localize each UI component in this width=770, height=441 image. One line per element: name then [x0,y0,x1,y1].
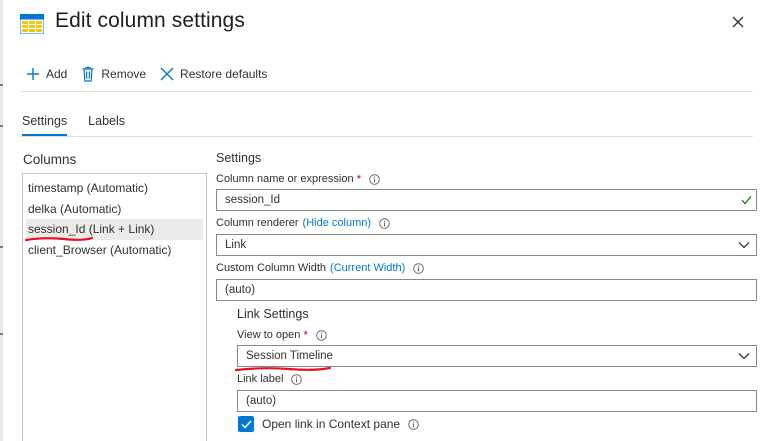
view-to-open-label-text: View to open [237,329,301,341]
column-renderer-label-text: Column renderer [216,217,299,229]
window-edge [0,0,3,441]
link-label-input[interactable] [237,390,757,412]
info-icon[interactable] [408,418,419,430]
link-label-label-text: Link label [237,373,284,385]
link-label-label: Link label [237,373,303,385]
chevron-down-icon [738,242,750,249]
restore-label: Restore defaults [180,67,268,81]
restore-defaults-button[interactable]: Restore defaults [160,67,267,81]
column-renderer-select[interactable]: Link [216,234,757,256]
page-title: Edit column settings [55,9,245,32]
view-to-open-select[interactable]: Session Timeline [237,345,757,367]
required-mark: * [356,172,362,186]
tab-settings[interactable]: Settings [22,114,68,136]
list-item-selected[interactable]: session_Id (Link + Link) [26,219,203,240]
open-in-context-label-text: Open link in Context pane [262,417,401,431]
add-label: Add [46,67,68,81]
info-icon[interactable] [369,173,381,185]
current-width-link[interactable]: (Current Width) [330,262,405,274]
settings-heading: Settings [216,151,262,165]
close-x-icon [160,67,174,81]
list-item[interactable]: timestamp (Automatic) [23,178,206,199]
list-item[interactable]: client_Browser (Automatic) [23,240,206,261]
required-mark: * [303,328,309,342]
edge-notch [0,84,3,86]
info-icon[interactable] [316,329,327,341]
edge-notch [0,333,3,335]
valid-check-icon [741,196,752,205]
column-renderer-label: Column renderer (Hide column) [216,217,390,229]
link-settings-heading: Link Settings [237,307,309,321]
add-button[interactable]: Add [26,67,67,81]
columns-heading: Columns [23,152,77,167]
chevron-down-icon [738,353,750,360]
custom-width-label: Custom Column Width (Current Width) [216,262,424,274]
list-item[interactable]: delka (Automatic) [23,199,206,220]
plus-icon [27,68,39,80]
toolbar-divider [20,91,753,92]
info-icon[interactable] [291,373,303,385]
command-bar: Add Remove Restore defaults [26,66,281,82]
panel-header: Edit column settings [20,8,245,34]
tab-bar: Settings Labels [22,114,146,136]
column-renderer-value: Link [225,239,247,251]
view-to-open-value: Session Timeline [246,350,333,362]
columns-list[interactable]: timestamp (Automatic) delka (Automatic) … [22,173,207,441]
tab-labels[interactable]: Labels [88,114,125,136]
column-name-label: Column name or expression * [216,172,381,186]
custom-width-input[interactable] [216,279,757,301]
table-grid-icon [20,14,44,34]
info-icon[interactable] [413,262,424,274]
remove-button[interactable]: Remove [81,66,146,82]
column-name-input[interactable] [216,189,757,211]
info-icon[interactable] [379,217,390,229]
view-to-open-label: View to open * [237,328,327,342]
tab-divider [20,136,753,137]
checkmark-icon [240,419,252,429]
open-in-context-label: Open link in Context pane [262,417,419,431]
column-name-label-text: Column name or expression [216,173,354,185]
close-icon[interactable] [730,14,746,30]
trash-icon [82,66,94,82]
hide-column-link[interactable]: (Hide column) [303,217,371,229]
custom-width-label-text: Custom Column Width [216,262,327,274]
open-in-context-checkbox[interactable] [238,416,254,432]
edge-notch [0,125,3,127]
edge-notch [0,246,3,248]
remove-label: Remove [101,67,147,81]
